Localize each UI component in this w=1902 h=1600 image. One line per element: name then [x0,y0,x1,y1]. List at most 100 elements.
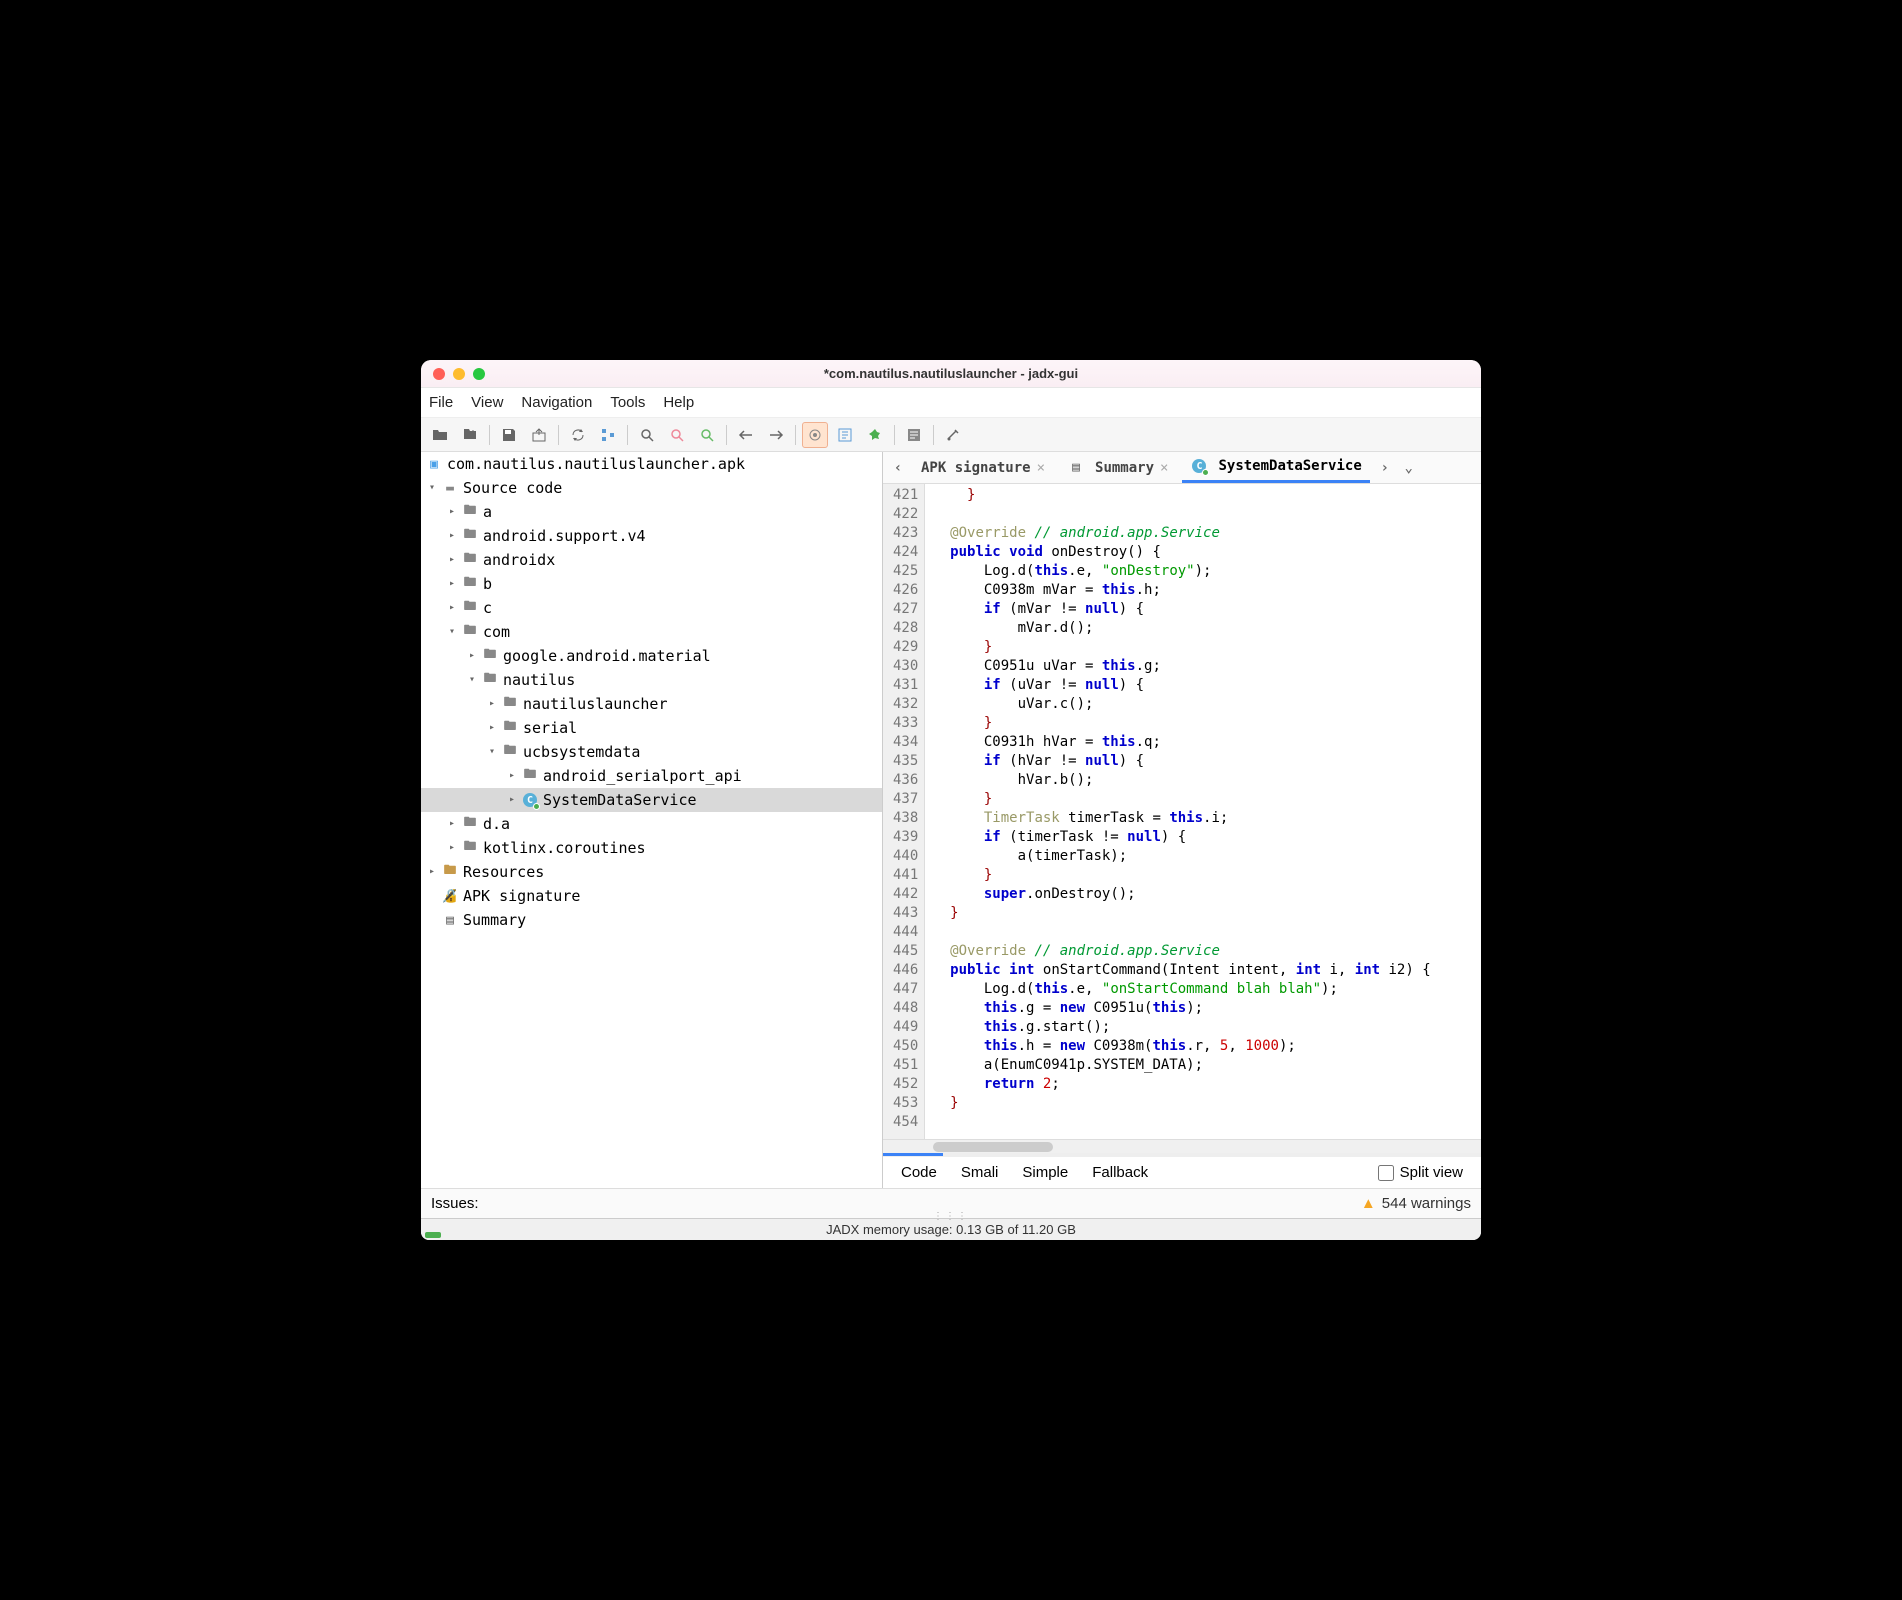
tree-pkg-serialport-api[interactable]: ▸🖿android_serialport_api [421,764,882,788]
folder-icon: 🖿 [461,575,479,593]
tree-class-systemdataservice[interactable]: ▸CSystemDataService [421,788,882,812]
chevron-right-icon[interactable]: ▸ [465,649,479,663]
chevron-right-icon[interactable]: ▸ [505,793,519,807]
tab-summary[interactable]: ▤Summary× [1059,452,1176,483]
chevron-right-icon[interactable]: ▸ [445,553,459,567]
search-class-icon[interactable] [664,422,690,448]
memory-progress-icon [425,1232,441,1238]
folder-icon: 🖿 [521,767,539,785]
close-icon[interactable]: × [1160,460,1168,476]
chevron-right-icon[interactable]: ▸ [445,817,459,831]
project-tree[interactable]: ▣com.nautilus.nautiluslauncher.apk ▾▬Sou… [421,452,883,1188]
toolbar [421,418,1481,452]
quark-icon[interactable] [862,422,888,448]
tree-pkg-nautilus[interactable]: ▾🖿nautilus [421,668,882,692]
maximize-window-button[interactable] [473,368,485,380]
tree-pkg-launcher[interactable]: ▸🖿nautiluslauncher [421,692,882,716]
add-files-icon[interactable] [457,422,483,448]
tab-next-icon[interactable]: › [1376,460,1394,476]
mode-smali[interactable]: Smali [961,1164,999,1181]
preferences-icon[interactable] [802,422,828,448]
tab-menu-icon[interactable]: ⌄ [1400,460,1418,476]
package-icon: ▬ [441,479,459,497]
chevron-right-icon[interactable]: ▸ [425,865,439,879]
tree-apk-root[interactable]: ▣com.nautilus.nautiluslauncher.apk [421,452,882,476]
settings-icon[interactable] [940,422,966,448]
tree-source-code[interactable]: ▾▬Source code [421,476,882,500]
menu-view[interactable]: View [471,394,503,411]
export-icon[interactable] [526,422,552,448]
tree-resources[interactable]: ▸🖿Resources [421,860,882,884]
chevron-right-icon[interactable]: ▸ [485,697,499,711]
tab-apk-signature[interactable]: APK signature× [913,452,1053,483]
flatten-packages-icon[interactable] [595,422,621,448]
tree-pkg-support[interactable]: ▸🖿android.support.v4 [421,524,882,548]
tree-pkg-b[interactable]: ▸🖿b [421,572,882,596]
tree-pkg-com[interactable]: ▾🖿com [421,620,882,644]
folder-icon: 🖿 [461,623,479,641]
chevron-down-icon[interactable]: ▾ [445,625,459,639]
issues-label: Issues: [431,1195,479,1212]
warnings-count[interactable]: ▲544 warnings [1361,1195,1471,1212]
sync-icon[interactable] [565,422,591,448]
log-icon[interactable] [901,422,927,448]
chevron-down-icon[interactable]: ▾ [425,481,439,495]
save-icon[interactable] [496,422,522,448]
tree-pkg-material[interactable]: ▸🖿google.android.material [421,644,882,668]
tree-pkg-a[interactable]: ▸🖿a [421,500,882,524]
chevron-right-icon[interactable]: ▸ [445,601,459,615]
line-gutter: 4214224234244254264274284294304314324334… [883,484,925,1139]
folder-icon: 🖿 [501,695,519,713]
deobfuscation-icon[interactable] [832,422,858,448]
signature-icon: 🔏 [441,887,459,905]
minimize-window-button[interactable] [453,368,465,380]
chevron-right-icon[interactable]: ▸ [445,529,459,543]
chevron-down-icon[interactable]: ▾ [485,745,499,759]
search-icon[interactable] [634,422,660,448]
tree-pkg-serial[interactable]: ▸🖿serial [421,716,882,740]
status-bar: ⋮⋮⋮ JADX memory usage: 0.13 GB of 11.20 … [421,1218,1481,1240]
chevron-down-icon[interactable]: ▾ [465,673,479,687]
tree-summary[interactable]: ▤Summary [421,908,882,932]
mode-simple[interactable]: Simple [1022,1164,1068,1181]
warning-icon: ▲ [1361,1195,1376,1212]
back-icon[interactable] [733,422,759,448]
split-view-checkbox[interactable] [1378,1165,1394,1181]
tree-pkg-da[interactable]: ▸🖿d.a [421,812,882,836]
menu-navigation[interactable]: Navigation [521,394,592,411]
code-editor[interactable]: 4214224234244254264274284294304314324334… [883,484,1481,1139]
tab-systemdataservice[interactable]: CSystemDataService [1182,452,1369,483]
folder-icon: 🖿 [501,719,519,737]
close-window-button[interactable] [433,368,445,380]
chevron-right-icon[interactable]: ▸ [445,505,459,519]
tree-pkg-kotlinx[interactable]: ▸🖿kotlinx.coroutines [421,836,882,860]
mode-code[interactable]: Code [901,1164,937,1181]
menu-help[interactable]: Help [663,394,694,411]
chevron-right-icon[interactable]: ▸ [485,721,499,735]
tree-pkg-androidx[interactable]: ▸🖿androidx [421,548,882,572]
summary-icon: ▤ [1067,459,1085,477]
tree-pkg-c[interactable]: ▸🖿c [421,596,882,620]
folder-icon: 🖿 [461,815,479,833]
code-content[interactable]: } @Override // android.app.Service publi… [925,484,1430,1139]
open-file-icon[interactable] [427,422,453,448]
tab-prev-icon[interactable]: ‹ [889,460,907,476]
titlebar: *com.nautilus.nautiluslauncher - jadx-gu… [421,360,1481,388]
app-window: *com.nautilus.nautiluslauncher - jadx-gu… [421,360,1481,1240]
split-view-toggle[interactable]: Split view [1378,1164,1463,1181]
chevron-right-icon[interactable]: ▸ [445,841,459,855]
close-icon[interactable]: × [1037,460,1045,476]
tree-apk-signature[interactable]: 🔏APK signature [421,884,882,908]
view-modes: Code Smali Simple Fallback Split view [883,1156,1481,1188]
editor-panel: ‹ APK signature× ▤Summary× CSystemDataSe… [883,452,1481,1188]
tree-pkg-ucbsystemdata[interactable]: ▾🖿ucbsystemdata [421,740,882,764]
forward-icon[interactable] [763,422,789,448]
chevron-right-icon[interactable]: ▸ [445,577,459,591]
search-comment-icon[interactable] [694,422,720,448]
menu-tools[interactable]: Tools [610,394,645,411]
horizontal-scrollbar[interactable] [883,1139,1481,1153]
chevron-right-icon[interactable]: ▸ [505,769,519,783]
menu-file[interactable]: File [429,394,453,411]
mode-fallback[interactable]: Fallback [1092,1164,1148,1181]
folder-icon: 🖿 [461,839,479,857]
